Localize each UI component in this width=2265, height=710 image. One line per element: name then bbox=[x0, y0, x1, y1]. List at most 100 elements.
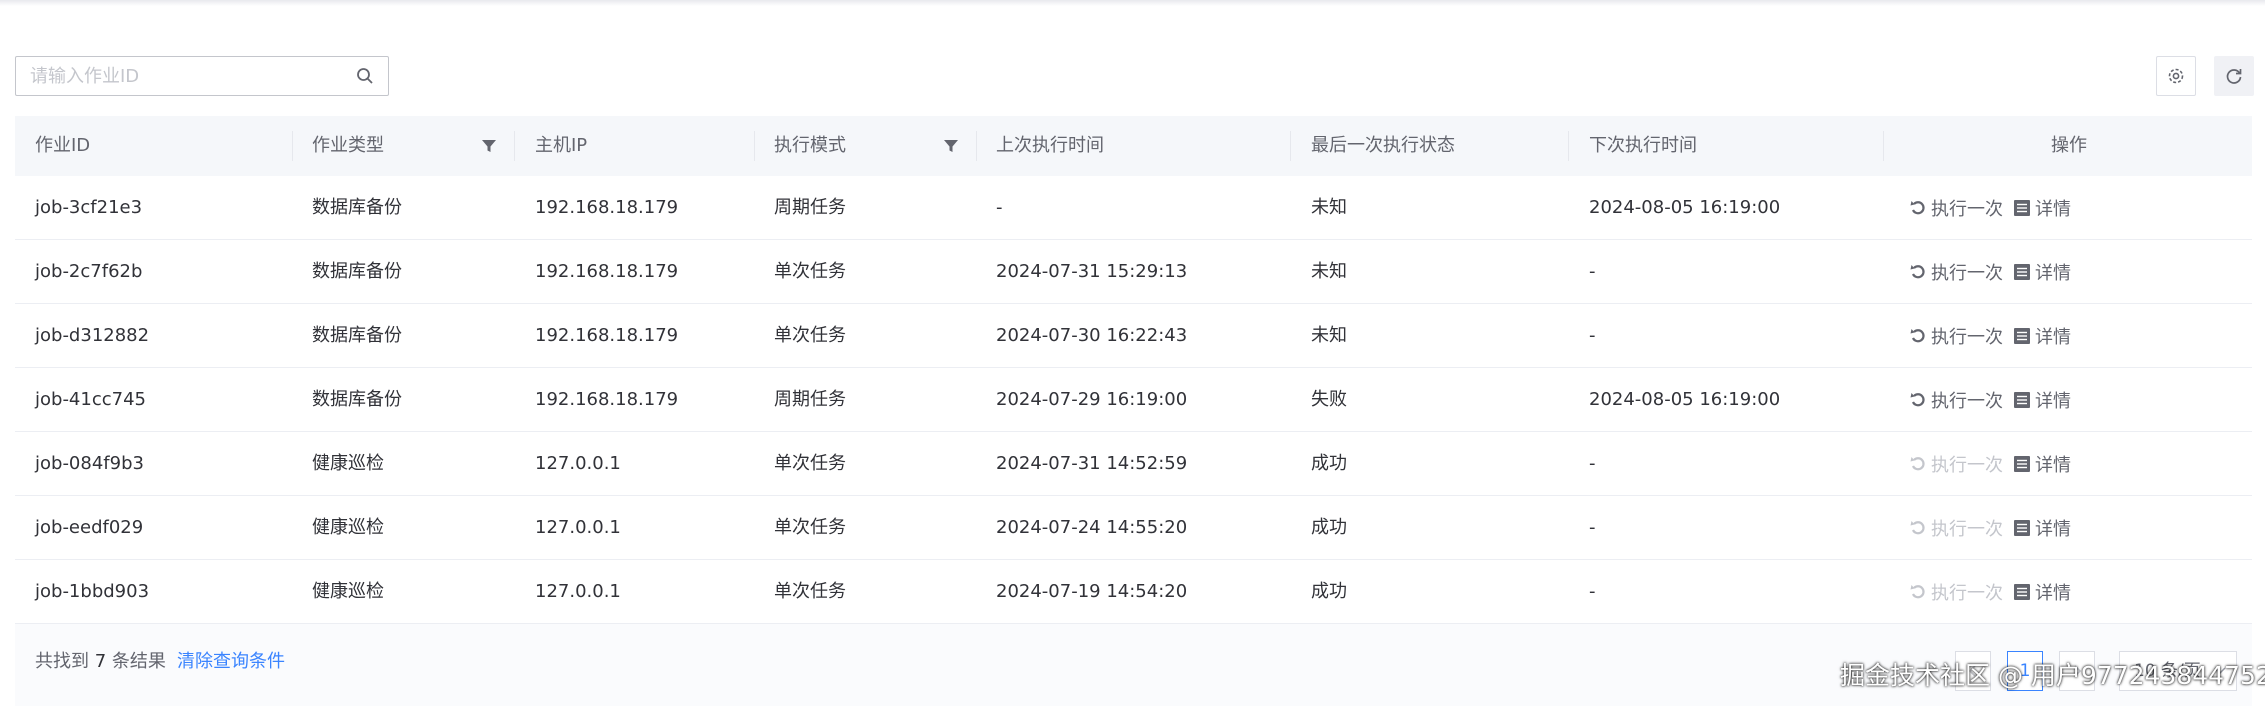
column-divider bbox=[1883, 131, 1884, 161]
last-run-cell: 2024-07-31 15:29:13 bbox=[996, 261, 1188, 282]
job-id-cell: job-1bbd903 bbox=[35, 581, 150, 602]
watermark: 掘金技术社区 @ 用户977243844752 bbox=[1840, 661, 2265, 690]
job-id-cell: job-084f9b3 bbox=[35, 453, 144, 474]
job-type-cell: 数据库备份 bbox=[312, 325, 402, 346]
table-row: job-eedf029 健康巡检 127.0.0.1 单次任务 2024-07-24 1… bbox=[15, 496, 2252, 560]
refresh-icon bbox=[2226, 69, 2242, 84]
exec-mode-cell: 单次任务 bbox=[774, 325, 846, 346]
table-row: job-d312882 数据库备份 192.168.18.179 单次任务 2024-0… bbox=[15, 304, 2252, 368]
detail-label: 详情 bbox=[2035, 262, 2071, 284]
detail-button[interactable]: 详情 bbox=[2013, 451, 2071, 477]
row-actions: 执行一次 详情 bbox=[1909, 432, 2071, 495]
row-actions: 执行一次 详情 bbox=[1909, 304, 2071, 367]
run-once-label: 执行一次 bbox=[1931, 198, 2003, 220]
run-once-button: 执行一次 bbox=[1909, 579, 2003, 605]
job-id-cell: job-eedf029 bbox=[35, 517, 144, 538]
exec-mode-cell: 周期任务 bbox=[774, 197, 846, 218]
run-once-button[interactable]: 执行一次 bbox=[1909, 195, 2003, 221]
table-row: job-3cf21e3 数据库备份 192.168.18.179 周期任务 - 未知 202… bbox=[15, 176, 2252, 240]
last-run-cell: 2024-07-19 14:54:20 bbox=[996, 581, 1188, 602]
detail-button[interactable]: 详情 bbox=[2013, 387, 2071, 413]
search-box[interactable] bbox=[15, 56, 389, 96]
run-once-button: 执行一次 bbox=[1909, 515, 2003, 541]
detail-label: 详情 bbox=[2035, 582, 2071, 604]
host-ip-cell: 127.0.0.1 bbox=[535, 453, 621, 474]
search-icon[interactable] bbox=[356, 67, 374, 85]
rerun-icon bbox=[1910, 456, 1925, 470]
detail-label: 详情 bbox=[2035, 454, 2071, 476]
run-once-button[interactable]: 执行一次 bbox=[1909, 259, 2003, 285]
rerun-icon bbox=[1910, 584, 1925, 598]
table-body: job-3cf21e3 数据库备份 192.168.18.179 周期任务 - 未知 202… bbox=[15, 176, 2252, 624]
job-id-cell: job-d312882 bbox=[35, 325, 150, 346]
column-header-next-run[interactable]: 下次执行时间 bbox=[1589, 116, 1697, 176]
next-run-cell: - bbox=[1589, 581, 1596, 602]
column-header-host-ip[interactable]: 主机IP bbox=[535, 116, 587, 176]
row-actions: 执行一次 详情 bbox=[1909, 368, 2071, 431]
gear-icon bbox=[2168, 68, 2184, 84]
detail-button[interactable]: 详情 bbox=[2013, 323, 2071, 349]
column-header-job-id[interactable]: 作业ID bbox=[35, 116, 90, 176]
column-header-last-run[interactable]: 上次执行时间 bbox=[996, 116, 1104, 176]
table-row: job-1bbd903 健康巡检 127.0.0.1 单次任务 2024-07-19 1… bbox=[15, 560, 2252, 624]
run-once-label: 执行一次 bbox=[1931, 262, 2003, 284]
detail-list-icon bbox=[2014, 583, 2030, 600]
column-divider bbox=[1290, 131, 1291, 161]
refresh-button[interactable] bbox=[2214, 56, 2254, 96]
last-status-cell: 未知 bbox=[1311, 325, 1347, 346]
settings-button[interactable] bbox=[2156, 56, 2196, 96]
exec-mode-cell: 单次任务 bbox=[774, 261, 846, 282]
next-run-cell: 2024-08-05 16:19:00 bbox=[1589, 197, 1781, 218]
detail-list-icon bbox=[2014, 199, 2030, 216]
detail-list-icon bbox=[2014, 327, 2030, 344]
column-header-actions: 操作 bbox=[2051, 135, 2087, 156]
last-run-cell: 2024-07-30 16:22:43 bbox=[996, 325, 1188, 346]
table-row: job-2c7f62b 数据库备份 192.168.18.179 单次任务 2024-0… bbox=[15, 240, 2252, 304]
last-run-cell: - bbox=[996, 197, 1003, 218]
host-ip-cell: 192.168.18.179 bbox=[535, 197, 679, 218]
job-id-cell: job-3cf21e3 bbox=[35, 197, 143, 218]
rerun-icon bbox=[1910, 200, 1925, 214]
detail-button[interactable]: 详情 bbox=[2013, 579, 2071, 605]
detail-list-icon bbox=[2014, 391, 2030, 408]
last-status-cell: 成功 bbox=[1311, 581, 1347, 602]
clear-filters-link[interactable]: 清除查询条件 bbox=[177, 624, 285, 700]
job-type-cell: 健康巡检 bbox=[312, 517, 384, 538]
run-once-label: 执行一次 bbox=[1931, 326, 2003, 348]
job-id-cell: job-41cc745 bbox=[35, 389, 146, 410]
host-ip-cell: 192.168.18.179 bbox=[535, 325, 679, 346]
column-header-last-status[interactable]: 最后一次执行状态 bbox=[1311, 116, 1455, 176]
job-id-cell: job-2c7f62b bbox=[35, 261, 143, 282]
last-status-cell: 成功 bbox=[1311, 453, 1347, 474]
column-divider bbox=[1568, 131, 1569, 161]
column-header-exec-mode[interactable]: 执行模式 bbox=[774, 116, 846, 176]
detail-button[interactable]: 详情 bbox=[2013, 259, 2071, 285]
last-run-cell: 2024-07-24 14:55:20 bbox=[996, 517, 1188, 538]
last-run-cell: 2024-07-31 14:52:59 bbox=[996, 453, 1188, 474]
result-count: 共找到 7 条结果 bbox=[35, 651, 166, 672]
last-status-cell: 未知 bbox=[1311, 261, 1347, 282]
host-ip-cell: 192.168.18.179 bbox=[535, 389, 679, 410]
rerun-icon bbox=[1910, 520, 1925, 534]
next-run-cell: 2024-08-05 16:19:00 bbox=[1589, 389, 1781, 410]
exec-mode-cell: 单次任务 bbox=[774, 453, 846, 474]
column-header-job-type[interactable]: 作业类型 bbox=[312, 116, 384, 176]
rerun-icon bbox=[1910, 264, 1925, 278]
search-input[interactable] bbox=[16, 57, 350, 95]
column-divider bbox=[976, 131, 977, 161]
detail-list-icon bbox=[2014, 519, 2030, 536]
next-run-cell: - bbox=[1589, 325, 1596, 346]
top-shadow bbox=[0, 0, 2265, 6]
next-run-cell: - bbox=[1589, 517, 1596, 538]
detail-label: 详情 bbox=[2035, 198, 2071, 220]
filter-icon[interactable] bbox=[943, 138, 959, 154]
run-once-button: 执行一次 bbox=[1909, 451, 2003, 477]
run-once-label: 执行一次 bbox=[1931, 582, 2003, 604]
rerun-icon bbox=[1910, 392, 1925, 406]
detail-button[interactable]: 详情 bbox=[2013, 515, 2071, 541]
run-once-button[interactable]: 执行一次 bbox=[1909, 387, 2003, 413]
detail-button[interactable]: 详情 bbox=[2013, 195, 2071, 221]
table-header: 作业ID 作业类型 主机IP 执行模式 上次执行时间 最后一次执行状态 下次执行… bbox=[15, 116, 2252, 176]
run-once-button[interactable]: 执行一次 bbox=[1909, 323, 2003, 349]
filter-icon[interactable] bbox=[481, 138, 497, 154]
